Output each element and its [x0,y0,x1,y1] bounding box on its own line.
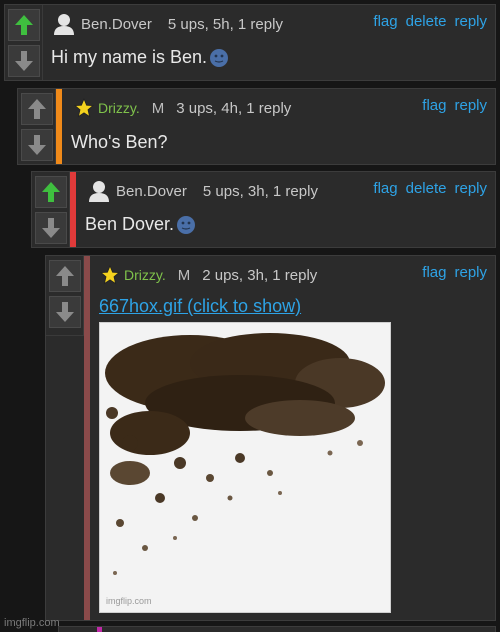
user-avatar-icon [89,181,109,202]
downvote-button[interactable] [8,45,40,77]
vote-column [18,89,56,164]
comment-1: Ben.Dover 5 ups, 5h, 1 reply flag delete… [4,4,496,81]
comment-text: Hi my name is Ben. [51,47,208,67]
comment-actions: flag delete reply [373,180,487,202]
vote-column [32,172,70,247]
gif-image[interactable]: imgflip.com [99,322,391,613]
upvote-button[interactable] [21,93,53,125]
comment-body: 667hox.gif (click to show) [99,296,301,317]
downvote-button[interactable] [21,129,53,161]
flag-link[interactable]: flag [422,97,446,119]
new-moon-face-icon [210,48,229,67]
comment-actions: flag reply [422,264,487,286]
mod-badge: M [151,99,165,117]
arrow-down-icon [42,218,60,238]
arrow-up-icon [15,15,33,35]
delete-link[interactable]: delete [406,13,447,35]
username[interactable]: Drizzy. [124,267,166,283]
gif-link[interactable]: 667hox.gif (click to show) [99,296,301,317]
comment-meta: 5 ups, 5h, 1 reply [167,15,283,33]
arrow-down-icon [28,135,46,155]
username[interactable]: Drizzy. [98,100,140,116]
new-moon-face-icon [177,215,196,234]
flag-link[interactable]: flag [373,180,397,202]
vote-column [5,5,43,80]
comment-meta: 5 ups, 3h, 1 reply [202,182,318,200]
star-icon [100,265,120,285]
arrow-up-icon [42,182,60,202]
imgflip-watermark: imgflip.com [4,617,60,629]
comment-header: Drizzy. M 2 ups, 3h, 1 reply [100,264,317,286]
arrow-down-icon [56,302,74,322]
comment-body: Ben Dover. [85,214,196,235]
ink-splatter-image [100,323,390,612]
reply-link[interactable]: reply [454,264,487,286]
star-icon [74,98,94,118]
upvote-button[interactable] [8,9,40,41]
reply-link[interactable]: reply [454,97,487,119]
comment-text: Who's Ben? [71,132,168,152]
arrow-up-icon [28,99,46,119]
flag-link[interactable]: flag [422,264,446,286]
mod-badge: M [177,266,191,284]
gif-watermark: imgflip.com [106,596,152,606]
arrow-down-icon [15,51,33,71]
comment-header: Ben.Dover 5 ups, 5h, 1 reply [53,13,283,35]
next-comment-edge [58,626,496,632]
comment-3: Ben.Dover 5 ups, 3h, 1 reply flag delete… [31,171,496,248]
thread-stripe [84,256,90,620]
user-avatar-icon [54,14,74,35]
downvote-button[interactable] [49,296,81,328]
username[interactable]: Ben.Dover [81,16,152,33]
downvote-button[interactable] [35,212,67,244]
comment-meta: 3 ups, 4h, 1 reply [176,99,292,117]
comment-body: Who's Ben? [71,132,168,153]
thread-stripe [56,89,62,164]
reply-link[interactable]: reply [454,180,487,202]
comment-header: Drizzy. M 3 ups, 4h, 1 reply [74,97,291,119]
comment-header: Ben.Dover 5 ups, 3h, 1 reply [88,180,318,202]
comment-2: Drizzy. M 3 ups, 4h, 1 reply flag reply … [17,88,496,165]
comment-body: Hi my name is Ben. [51,47,229,68]
comment-actions: flag reply [422,97,487,119]
comment-text: Ben Dover. [85,214,175,234]
delete-link[interactable]: delete [406,180,447,202]
comment-actions: flag delete reply [373,13,487,35]
reply-link[interactable]: reply [454,13,487,35]
upvote-button[interactable] [49,260,81,292]
comment-meta: 2 ups, 3h, 1 reply [202,266,318,284]
upvote-button[interactable] [35,176,67,208]
flag-link[interactable]: flag [373,13,397,35]
thread-stripe [97,627,102,632]
comment-4: Drizzy. M 2 ups, 3h, 1 reply flag reply … [45,255,496,621]
username[interactable]: Ben.Dover [116,183,187,200]
arrow-up-icon [56,266,74,286]
vote-column [46,256,84,336]
thread-stripe [70,172,76,247]
